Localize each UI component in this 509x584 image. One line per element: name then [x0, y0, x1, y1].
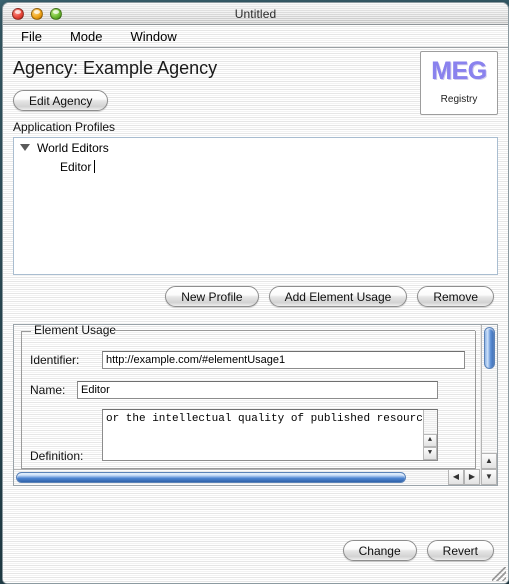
element-usage-viewport: Element Usage Identifier: http://example…: [14, 325, 480, 469]
name-field[interactable]: Editor: [77, 381, 438, 399]
add-element-usage-button[interactable]: Add Element Usage: [268, 286, 408, 307]
definition-text: or the intellectual quality of published…: [106, 413, 437, 425]
vscroll-arrows: ▲ ▼: [481, 453, 497, 485]
window-title: Untitled: [234, 6, 277, 21]
menu-bar: File Mode Window: [3, 25, 508, 48]
hscroll-right-icon[interactable]: ▶: [464, 469, 480, 485]
tree-row[interactable]: World Editors: [14, 138, 497, 157]
header-region: Agency: Example Agency MEG Registry Edit…: [3, 48, 508, 120]
element-usage-scrollpane: Element Usage Identifier: http://example…: [13, 324, 498, 486]
form-actions: Change Revert: [342, 540, 494, 561]
name-row: Name: Editor: [30, 381, 438, 399]
meg-registry-logo: MEG Registry: [420, 51, 498, 115]
vscroll-down-icon[interactable]: ▼: [481, 469, 497, 485]
identifier-field[interactable]: http://example.com/#elementUsage1: [102, 351, 465, 369]
window-content: Agency: Example Agency MEG Registry Edit…: [3, 48, 508, 583]
application-profiles-label: Application Profiles: [13, 120, 116, 134]
application-profiles-tree[interactable]: World Editors Editor: [13, 137, 498, 275]
menu-item-file[interactable]: File: [15, 28, 48, 45]
text-caret: [94, 160, 96, 173]
hscroll-thumb[interactable]: [16, 472, 406, 483]
revert-button[interactable]: Revert: [426, 540, 494, 561]
menu-item-mode[interactable]: Mode: [64, 28, 109, 45]
definition-label-row: Definition:: [30, 449, 83, 463]
element-usage-hscrollbar[interactable]: ◀ ▶: [14, 469, 480, 485]
application-profiles-group: Application Profiles World Editors Edito…: [13, 120, 498, 280]
vscroll-thumb[interactable]: [484, 327, 495, 369]
tree-item-label: Editor: [60, 159, 92, 174]
element-usage-legend: Element Usage: [34, 325, 117, 337]
profile-actions: New Profile Add Element Usage Remove: [165, 286, 494, 307]
edit-agency-button[interactable]: Edit Agency: [13, 90, 109, 111]
triangle-down-icon[interactable]: [20, 144, 30, 151]
hscroll-arrows: ◀ ▶: [448, 469, 480, 485]
resize-grip-icon[interactable]: [492, 567, 506, 581]
tree-item-label: World Editors: [37, 140, 109, 155]
element-usage-vscrollbar[interactable]: ▲ ▼: [481, 325, 497, 485]
name-label: Name:: [30, 383, 66, 397]
meg-logo-mark: MEG: [431, 57, 487, 85]
window-titlebar[interactable]: Untitled: [3, 3, 508, 25]
vscroll-up-icon[interactable]: ▲: [481, 453, 497, 469]
change-button[interactable]: Change: [342, 540, 417, 561]
tree-row[interactable]: Editor: [14, 157, 497, 176]
fieldset-rule: [114, 330, 475, 331]
hscroll-left-icon[interactable]: ◀: [448, 469, 464, 485]
definition-scroll-down-icon[interactable]: ▼: [423, 447, 437, 460]
definition-textarea[interactable]: or the intellectual quality of published…: [102, 409, 438, 461]
identifier-row: Identifier: http://example.com/#elementU…: [30, 351, 465, 369]
zoom-button-icon[interactable]: [50, 7, 62, 20]
definition-label: Definition:: [30, 449, 84, 463]
desktop-background: Untitled File Mode Window Agency: Exampl…: [0, 0, 509, 584]
meg-logo-subtitle: Registry: [440, 94, 478, 105]
new-profile-button[interactable]: New Profile: [165, 286, 259, 307]
page-title: Agency: Example Agency: [13, 58, 218, 78]
element-usage-fieldset: Element Usage Identifier: http://example…: [21, 325, 476, 469]
window-controls: [12, 7, 62, 20]
minimize-button-icon[interactable]: [31, 7, 43, 20]
close-button-icon[interactable]: [12, 7, 24, 20]
definition-scrollbar[interactable]: ▲ ▼: [423, 410, 437, 460]
remove-button[interactable]: Remove: [417, 286, 494, 307]
menu-item-window[interactable]: Window: [124, 28, 182, 45]
identifier-label: Identifier:: [30, 353, 80, 367]
application-window: Untitled File Mode Window Agency: Exampl…: [2, 2, 509, 584]
